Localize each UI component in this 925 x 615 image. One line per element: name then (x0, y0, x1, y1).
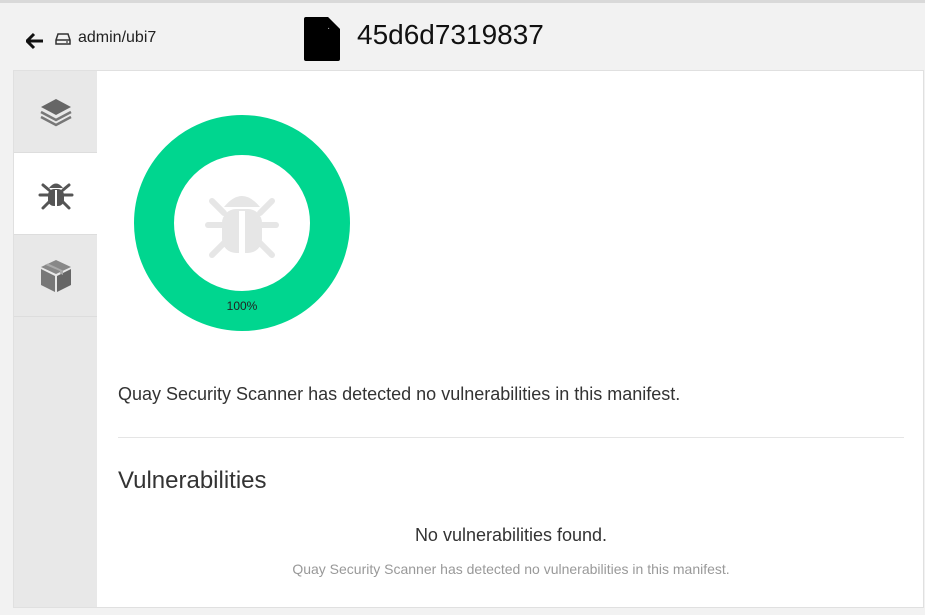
tab-packages[interactable] (14, 235, 97, 317)
vulnerabilities-heading: Vulnerabilities (118, 467, 267, 494)
security-content: 100% Quay Security Scanner has detected … (97, 71, 923, 607)
bug-icon (38, 183, 73, 209)
sidebar (14, 71, 97, 607)
back-arrow-icon[interactable] (26, 32, 44, 50)
repository-icon (55, 33, 71, 45)
empty-state-title: No vulnerabilities found. (414, 525, 608, 545)
manifest-panel: 100% Quay Security Scanner has detected … (13, 70, 924, 608)
page-header: admin/ubi7 45d6d7319837 (0, 3, 925, 70)
tab-security[interactable] (14, 153, 97, 235)
package-icon (40, 259, 71, 292)
vulnerability-donut-chart: 100% (134, 115, 350, 331)
donut-bug-icon (205, 196, 279, 258)
empty-state-subtitle: Quay Security Scanner has detected no vu… (292, 561, 730, 577)
divider (118, 437, 904, 438)
manifest-title: 45d6d7319837 (357, 19, 544, 50)
tab-layers[interactable] (14, 71, 97, 153)
donut-percent-label: 100% (226, 299, 258, 313)
manifest-file-icon (304, 17, 340, 61)
scan-summary: Quay Security Scanner has detected no vu… (118, 384, 681, 404)
repository-link[interactable]: admin/ubi7 (78, 29, 156, 47)
layers-icon (39, 98, 72, 126)
